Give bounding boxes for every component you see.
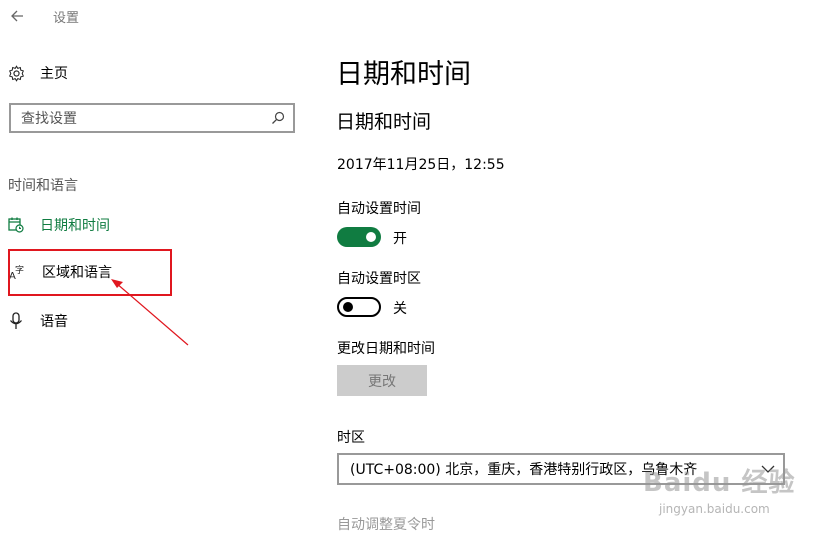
auto-zone-toggle[interactable] — [337, 297, 381, 317]
change-datetime-label: 更改日期和时间 — [337, 341, 435, 357]
watermark: Baidu 经验 jingyan.baidu.com — [643, 462, 803, 522]
nav-home[interactable]: 主页 — [8, 60, 268, 86]
microphone-icon — [10, 312, 22, 329]
toggle-knob — [343, 302, 353, 312]
search-placeholder: 查找设置 — [21, 111, 77, 127]
watermark-sub: jingyan.baidu.com — [659, 502, 770, 516]
toggle-knob — [366, 232, 376, 242]
section-label: 时间和语言 — [8, 178, 78, 194]
auto-time-state: 开 — [393, 231, 407, 247]
timezone-label: 时区 — [337, 430, 365, 446]
back-arrow-icon[interactable] — [8, 6, 28, 26]
watermark-main: Baidu 经验 — [643, 468, 796, 498]
annotation-arrow-icon — [111, 279, 189, 346]
gear-icon — [9, 64, 24, 82]
current-datetime: 2017年11月25日，12:55 — [337, 157, 505, 173]
calendar-clock-icon — [8, 217, 24, 233]
change-button[interactable]: 更改 — [337, 365, 427, 396]
section-title: 日期和时间 — [336, 111, 432, 133]
page-title: 日期和时间 — [336, 59, 471, 90]
search-input[interactable]: 查找设置 — [9, 103, 295, 133]
window-title: 设置 — [53, 11, 80, 26]
sidebar-item-label: 语音 — [40, 314, 68, 330]
auto-zone-state: 关 — [393, 301, 407, 317]
auto-zone-label: 自动设置时区 — [337, 271, 421, 287]
nav-home-label: 主页 — [40, 66, 68, 82]
auto-time-label: 自动设置时间 — [337, 201, 421, 217]
auto-time-toggle[interactable] — [337, 227, 381, 247]
dst-label: 自动调整夏令时 — [337, 517, 435, 533]
search-icon[interactable] — [271, 111, 285, 125]
sidebar-item-date-time[interactable]: 日期和时间 — [8, 212, 268, 238]
sidebar-item-label: 日期和时间 — [40, 218, 110, 234]
